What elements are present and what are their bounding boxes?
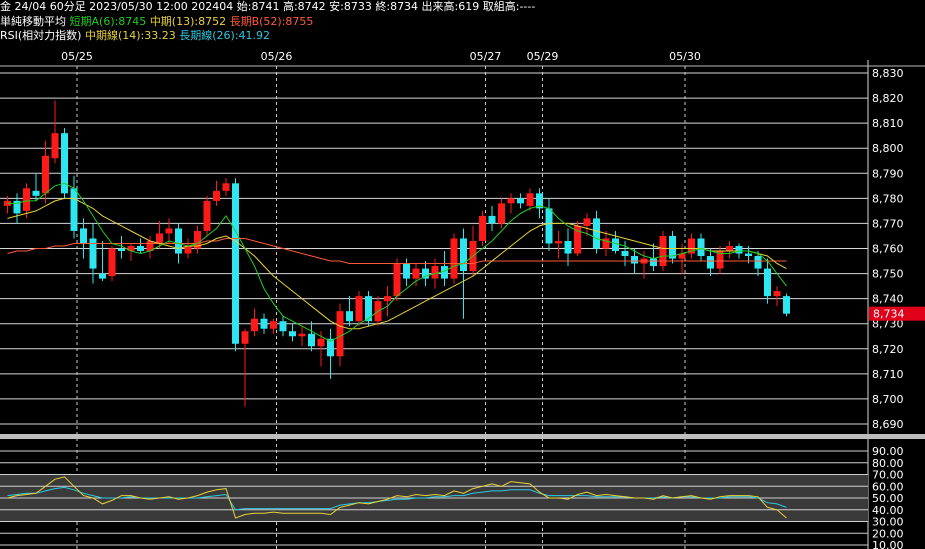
- price-tick-label: 8,720: [872, 343, 904, 356]
- candle-body: [137, 245, 144, 252]
- price-tick-label: 8,740: [872, 293, 904, 306]
- candle-body: [213, 190, 220, 201]
- price-tick-label: 8,800: [872, 142, 904, 155]
- candle-body: [403, 263, 410, 279]
- date-label: 05/27: [470, 50, 502, 63]
- candle-body: [270, 321, 277, 329]
- candle-body: [612, 238, 619, 252]
- candle-body: [279, 321, 287, 332]
- candle-body: [32, 190, 40, 196]
- candle-body: [745, 253, 752, 257]
- price-tick-label: 8,780: [872, 192, 904, 205]
- candle-body: [555, 240, 562, 244]
- candle-body: [707, 256, 714, 269]
- rsi-panel: 90.0080.0070.0060.0050.0040.0030.0020.00…: [0, 434, 925, 549]
- candlestick-chart[interactable]: 05/25 05/26 05/27 05/29 05/30 8,830 8,820 8,81…: [0, 0, 925, 549]
- candle-body: [593, 218, 600, 249]
- candle-body: [251, 318, 258, 332]
- candle-body: [754, 256, 762, 269]
- date-label: 05/26: [261, 50, 293, 63]
- candle-body: [517, 198, 524, 204]
- price-tick-label: 8,750: [872, 268, 904, 281]
- candle-body: [89, 238, 97, 269]
- candle-body: [175, 228, 182, 254]
- panel-separator: [0, 434, 925, 439]
- candle-body: [631, 256, 638, 264]
- candle-body: [222, 183, 230, 191]
- candle-body: [308, 333, 315, 347]
- candle-body: [697, 238, 705, 257]
- current-price-label: 8,734: [873, 308, 905, 321]
- price-tick-label: 8,770: [872, 217, 904, 230]
- candle-body: [431, 266, 439, 279]
- candle-body: [450, 238, 458, 279]
- candle-body: [393, 263, 401, 297]
- candle-body: [99, 273, 106, 279]
- candle-body: [735, 245, 743, 254]
- candle-body: [545, 208, 553, 244]
- candle-body: [80, 228, 87, 244]
- candle-body: [23, 188, 30, 211]
- candle-body: [156, 233, 163, 244]
- rsi-tick-label: 10.00: [872, 539, 904, 549]
- candles-layer: [4, 100, 790, 407]
- candle-body: [384, 296, 391, 302]
- candle-body: [289, 331, 296, 337]
- candle-body: [441, 266, 448, 279]
- candle-body: [773, 291, 781, 297]
- candle-body: [621, 251, 629, 257]
- candle-body: [108, 248, 116, 277]
- candle-body: [346, 311, 353, 322]
- price-tick-label: 8,760: [872, 243, 904, 256]
- candle-body: [488, 215, 496, 224]
- date-label: 05/29: [527, 50, 559, 63]
- price-axis: 8,830 8,820 8,810 8,800 8,790 8,780 8,770 8,760…: [869, 67, 925, 431]
- candle-body: [70, 188, 78, 231]
- candle-body: [460, 238, 467, 272]
- candle-body: [583, 218, 591, 226]
- candle-body: [507, 198, 515, 204]
- candle-body: [498, 203, 505, 224]
- price-tick-label: 8,820: [872, 92, 904, 105]
- candle-body: [298, 333, 306, 337]
- date-label: 05/30: [669, 50, 701, 63]
- candle-body: [365, 296, 372, 322]
- candle-body: [412, 268, 420, 279]
- candle-body: [564, 240, 572, 254]
- candle-body: [118, 248, 125, 252]
- candle-body: [241, 331, 249, 344]
- price-tick-label: 8,700: [872, 393, 904, 406]
- price-tick-label: 8,810: [872, 117, 904, 130]
- candle-body: [232, 183, 239, 344]
- price-tick-label: 8,830: [872, 67, 904, 80]
- date-label: 05/25: [61, 50, 93, 63]
- candle-body: [203, 200, 211, 231]
- candle-body: [260, 318, 268, 329]
- candle-body: [479, 215, 486, 241]
- candle-body: [42, 155, 49, 194]
- candle-body: [336, 311, 344, 357]
- price-tick-label: 8,790: [872, 167, 904, 180]
- price-tick-label: 8,690: [872, 418, 904, 431]
- candle-body: [650, 258, 657, 267]
- candle-body: [659, 235, 667, 267]
- candle-body: [526, 193, 534, 206]
- candle-body: [165, 228, 173, 234]
- candle-body: [726, 245, 733, 252]
- candle-body: [355, 296, 363, 322]
- candle-body: [317, 338, 325, 347]
- candle-body: [51, 133, 59, 159]
- candle-body: [783, 296, 790, 314]
- price-tick-label: 8,710: [872, 368, 904, 381]
- candle-body: [764, 268, 771, 297]
